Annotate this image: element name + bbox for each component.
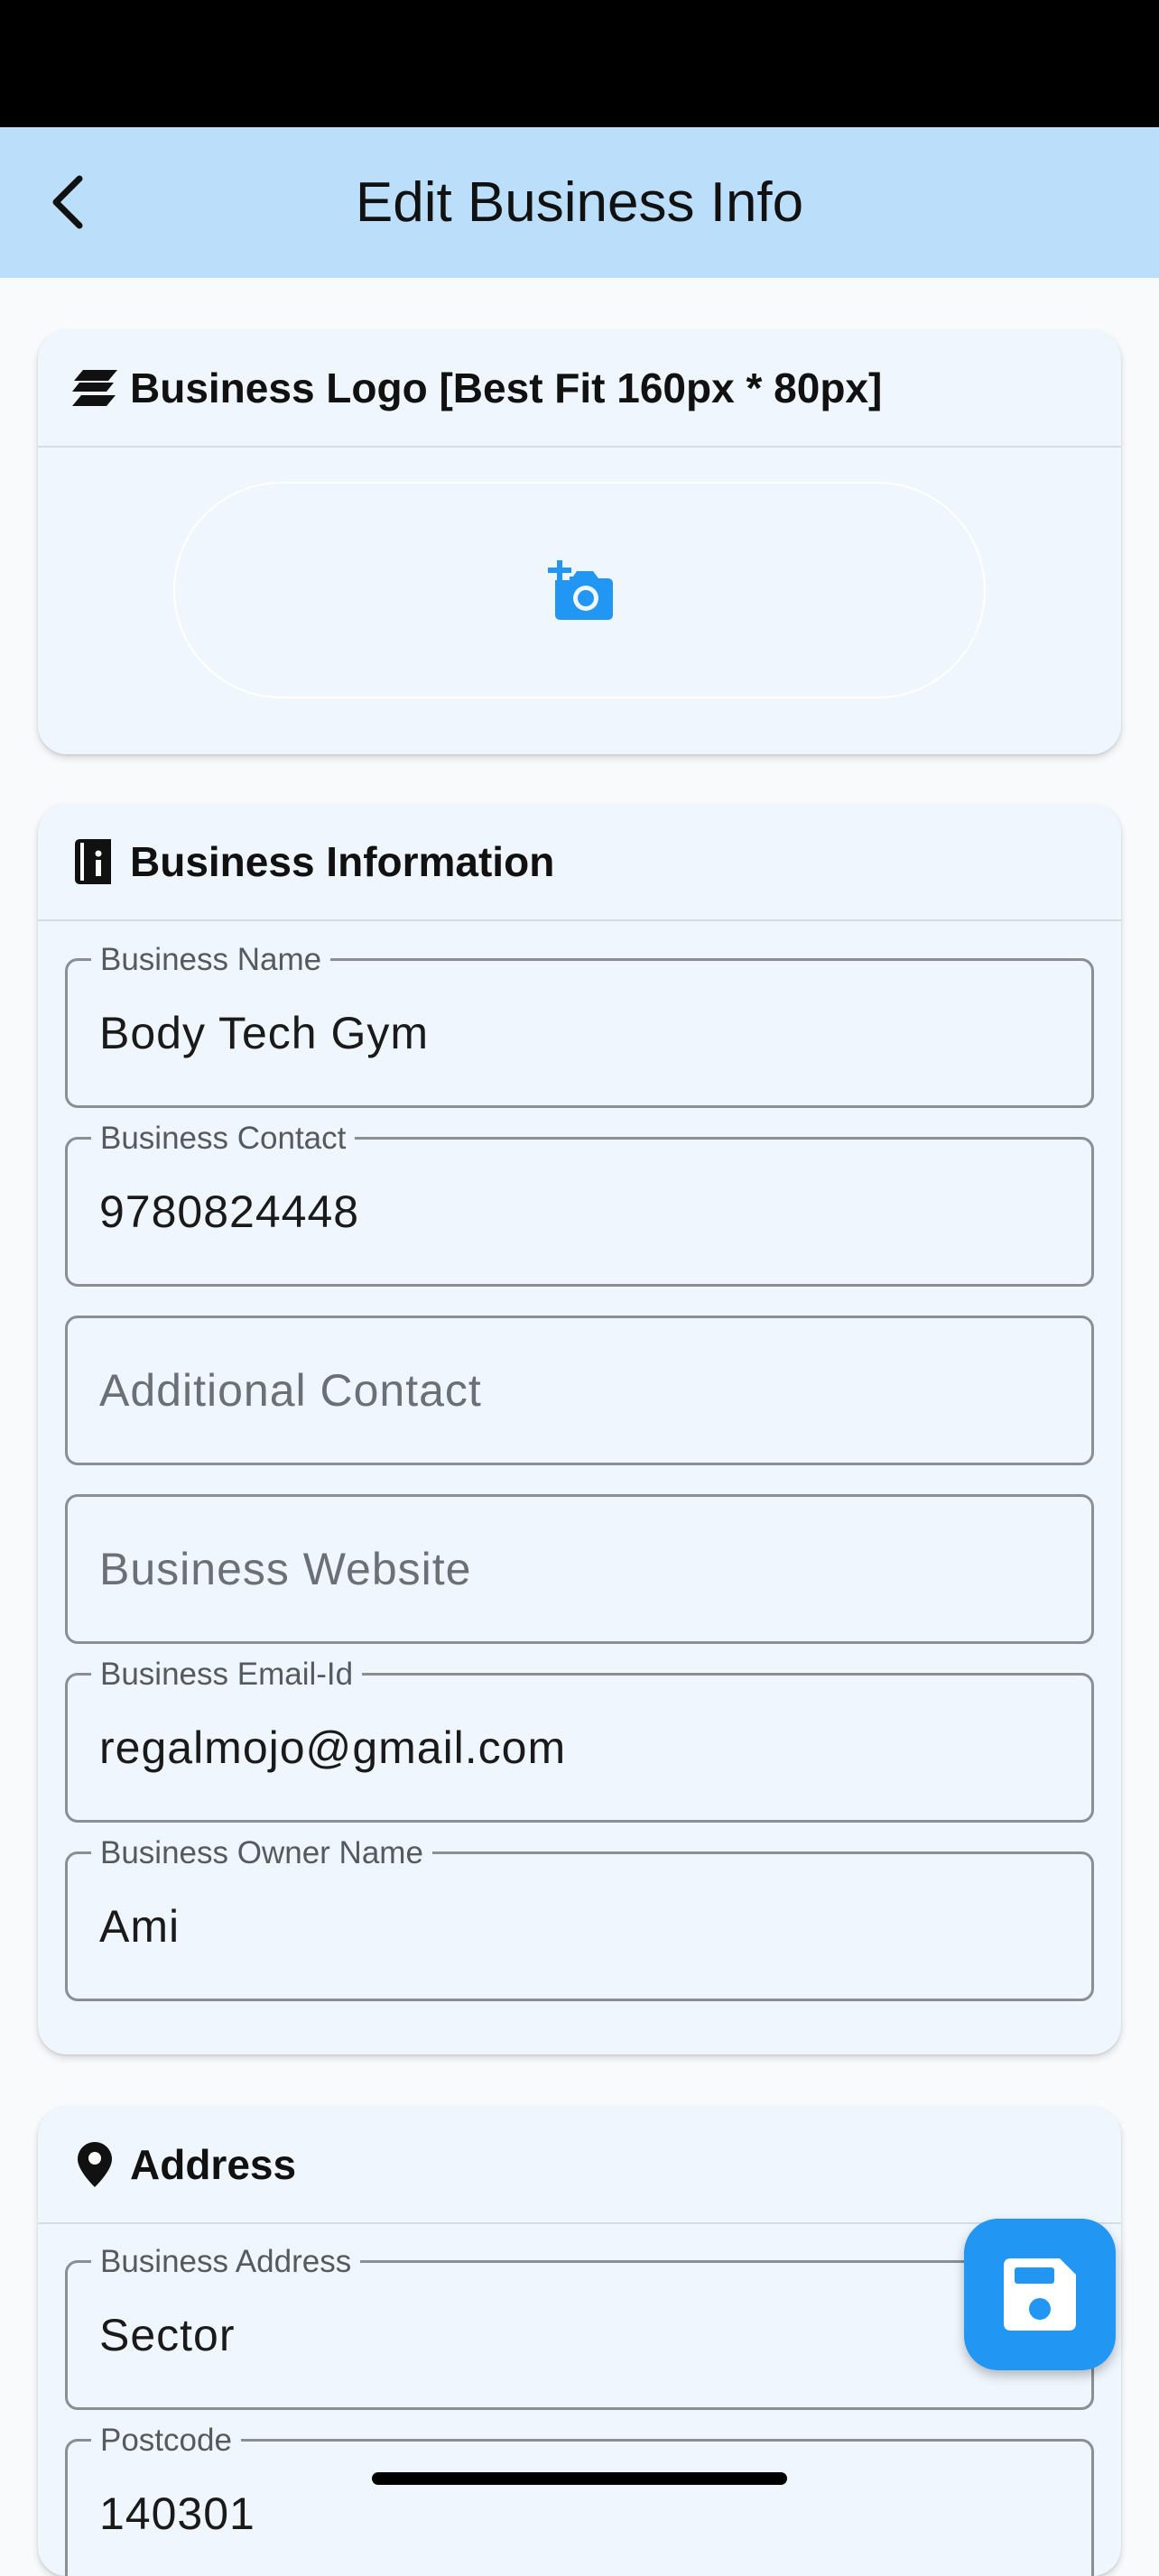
business-logo-card: Business Logo [Best Fit 160px * 80px] bbox=[38, 330, 1121, 754]
business-name-value[interactable]: Body Tech Gym bbox=[99, 1007, 429, 1059]
business-name-label: Business Name bbox=[91, 940, 331, 980]
business-logo-header: Business Logo [Best Fit 160px * 80px] bbox=[38, 330, 1121, 448]
back-button[interactable] bbox=[27, 162, 108, 243]
business-contact-label: Business Contact bbox=[91, 1119, 356, 1159]
business-information-header: Business Information bbox=[38, 804, 1121, 921]
postcode-label: Postcode bbox=[91, 2421, 241, 2461]
layers-icon bbox=[70, 364, 119, 412]
business-contact-value[interactable]: 9780824448 bbox=[99, 1186, 359, 1238]
status-bar bbox=[0, 0, 1159, 127]
home-indicator bbox=[372, 2472, 787, 2485]
business-owner-value[interactable]: Ami bbox=[99, 1900, 180, 1953]
address-card: Address Business Address Sector Postcode… bbox=[38, 2107, 1121, 2576]
business-name-field[interactable]: Business Name Body Tech Gym bbox=[65, 940, 1094, 1108]
save-icon bbox=[1004, 2258, 1076, 2331]
business-website-input[interactable] bbox=[99, 1543, 1056, 1595]
additional-contact-field[interactable] bbox=[65, 1316, 1094, 1465]
postcode-field[interactable]: Postcode 140301 bbox=[65, 2421, 1094, 2576]
business-address-field[interactable]: Business Address Sector bbox=[65, 2242, 1094, 2410]
postcode-value[interactable]: 140301 bbox=[99, 2488, 255, 2540]
business-owner-label: Business Owner Name bbox=[91, 1833, 432, 1873]
business-website-field[interactable] bbox=[65, 1494, 1094, 1644]
business-logo-title: Business Logo [Best Fit 160px * 80px] bbox=[130, 365, 883, 411]
business-owner-field[interactable]: Business Owner Name Ami bbox=[65, 1833, 1094, 2001]
business-address-value[interactable]: Sector bbox=[99, 2309, 236, 2361]
additional-contact-input[interactable] bbox=[99, 1364, 1056, 1417]
save-button[interactable] bbox=[964, 2219, 1116, 2370]
page-title: Edit Business Info bbox=[355, 171, 804, 234]
add-photo-icon bbox=[548, 560, 613, 620]
address-header: Address bbox=[38, 2107, 1121, 2224]
business-email-field[interactable]: Business Email-Id regalmojo@gmail.com bbox=[65, 1655, 1094, 1823]
business-address-label: Business Address bbox=[91, 2242, 361, 2282]
business-contact-field[interactable]: Business Contact 9780824448 bbox=[65, 1119, 1094, 1287]
info-book-icon bbox=[70, 837, 119, 886]
business-information-title: Business Information bbox=[130, 838, 555, 885]
app-bar: Edit Business Info bbox=[0, 127, 1159, 278]
business-email-label: Business Email-Id bbox=[91, 1655, 363, 1694]
location-pin-icon bbox=[70, 2140, 119, 2189]
logo-upload-area[interactable] bbox=[173, 482, 986, 698]
business-email-value[interactable]: regalmojo@gmail.com bbox=[99, 1722, 566, 1774]
chevron-left-icon bbox=[52, 175, 83, 229]
business-information-card: Business Information Business Name Body … bbox=[38, 804, 1121, 2054]
address-title: Address bbox=[130, 2141, 297, 2188]
